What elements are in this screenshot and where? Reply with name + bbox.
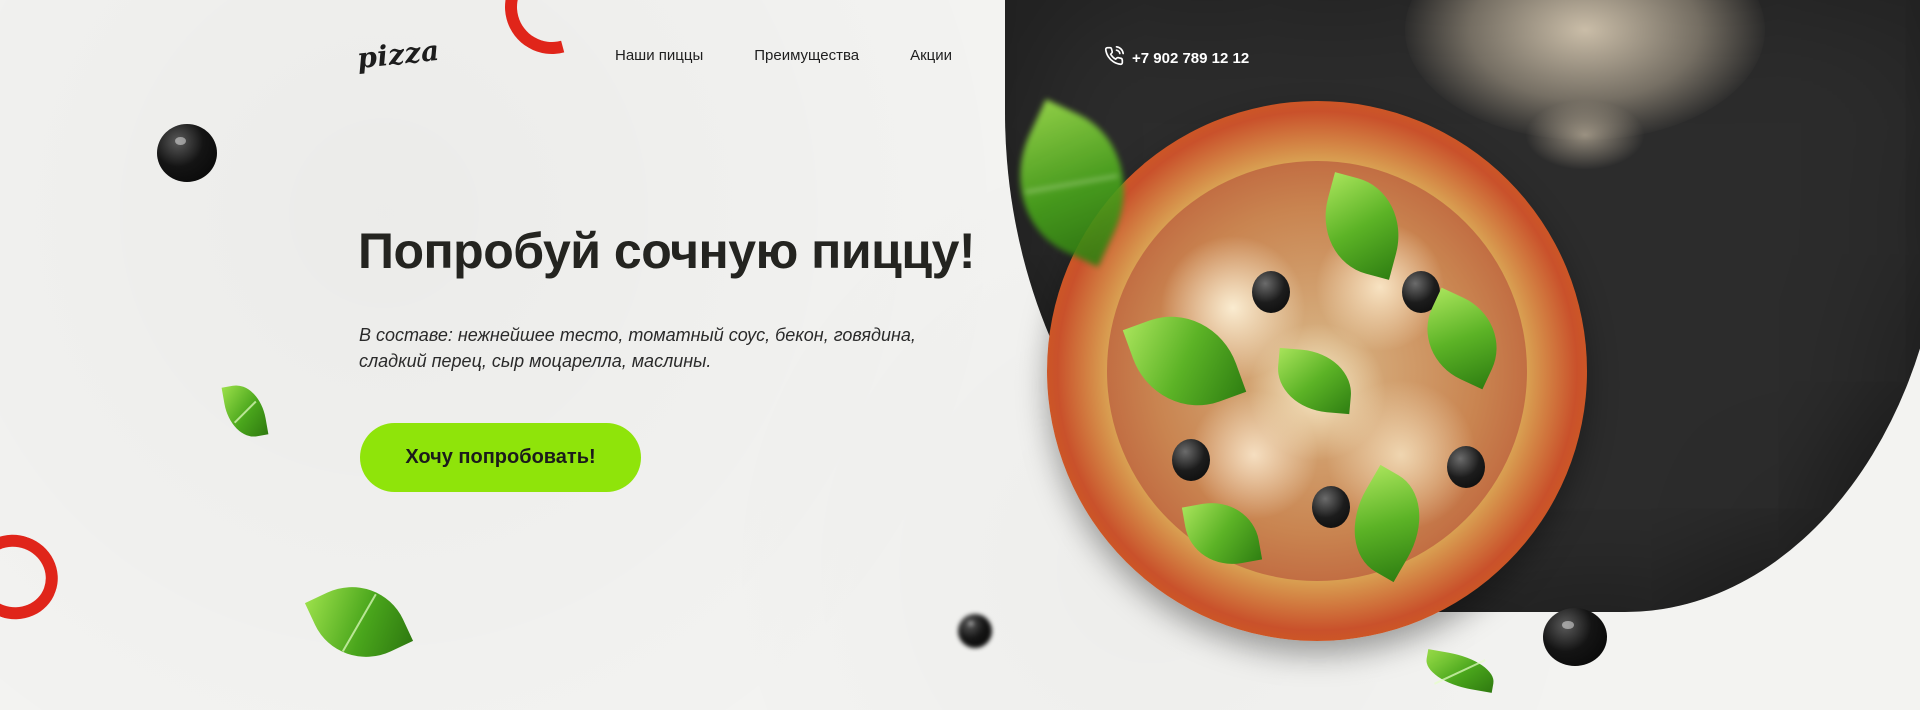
- flour-dusting-small: [1525, 100, 1645, 170]
- main-nav: Наши пиццы Преимущества Акции: [615, 47, 952, 64]
- pizza-olive: [1312, 486, 1350, 528]
- phone-icon: [1104, 46, 1124, 70]
- olive-bottom-right: [1543, 608, 1607, 666]
- nav-link-advantages[interactable]: Преимущества: [754, 47, 859, 64]
- nav-link-promotions[interactable]: Акции: [910, 47, 952, 64]
- hero-title: Попробуй сочную пиццу!: [358, 223, 976, 279]
- try-pizza-button[interactable]: Хочу попробовать!: [360, 423, 641, 492]
- phone-number: +7 902 789 12 12: [1132, 49, 1250, 67]
- olive-center-bottom: [958, 614, 992, 648]
- phone-contact[interactable]: +7 902 789 12 12: [1104, 46, 1249, 70]
- pizza-olive: [1447, 446, 1485, 488]
- pizza-olive: [1252, 271, 1290, 313]
- nav-link-our-pizzas[interactable]: Наши пиццы: [615, 47, 703, 64]
- olive-top-left: [157, 124, 217, 182]
- pizza-image: [1047, 101, 1587, 641]
- pizza-olive: [1172, 439, 1210, 481]
- hero-description: В составе: нежнейшее тесто, томатный соу…: [359, 325, 916, 371]
